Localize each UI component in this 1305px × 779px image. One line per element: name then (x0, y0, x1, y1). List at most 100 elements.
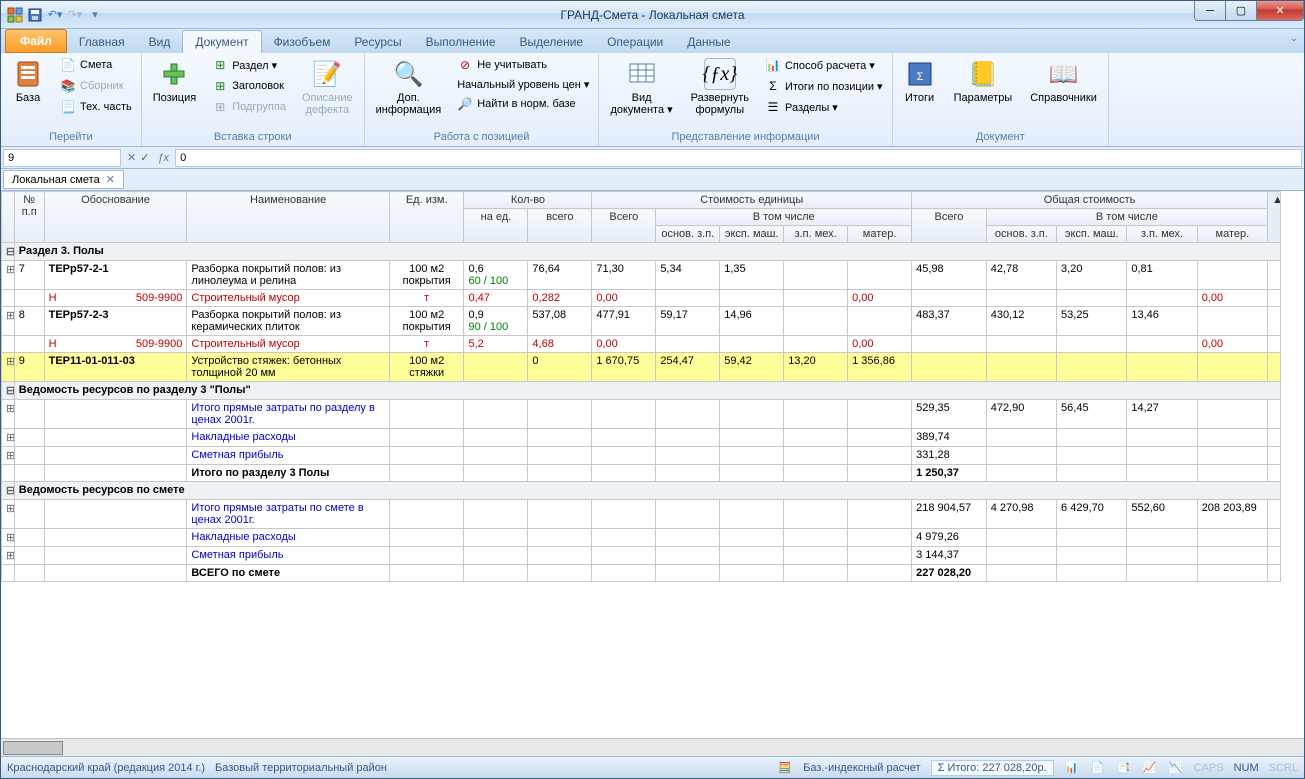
razdel-button[interactable]: ⊞Раздел ▾ (207, 55, 291, 75)
status-calc-icon: 🧮 (777, 760, 793, 776)
status-icon4[interactable]: 📈 (1142, 760, 1158, 776)
dopinfo-button[interactable]: 🔍 Доп. информация (369, 55, 449, 119)
sections-icon: ☰ (765, 99, 781, 115)
tab-dokument[interactable]: Документ (182, 30, 261, 53)
techchast-button[interactable]: 📃Тех. часть (55, 97, 137, 117)
database-icon (12, 58, 44, 90)
table-row[interactable]: ⊞Итого прямые затраты по смете в ценах 2… (2, 500, 1281, 529)
status-bar: Краснодарский край (редакция 2014 г.) Ба… (1, 756, 1304, 778)
undo-icon[interactable]: ↶▾ (47, 7, 63, 23)
minimize-button[interactable]: ─ (1194, 1, 1226, 21)
itogipoz-button[interactable]: ΣИтоги по позиции ▾ (760, 76, 888, 96)
neuchit-button[interactable]: ⊘Не учитывать (452, 55, 594, 75)
table-icon (626, 58, 658, 90)
sposob-button[interactable]: 📊Способ расчета ▾ (760, 55, 888, 75)
tab-fizobem[interactable]: Физобъем (262, 31, 343, 53)
header-icon: ⊞ (212, 78, 228, 94)
nachuroven-button[interactable]: Начальный уровень цен ▾ (452, 76, 594, 93)
table-row[interactable]: ⊞9ТЕР11-01-011-03Устройство стяжек: бето… (2, 353, 1281, 382)
cell-reference-input[interactable]: 9 (3, 149, 121, 167)
status-area: Базовый территориальный район (215, 762, 387, 774)
book-icon: 📚 (60, 78, 76, 94)
save-icon[interactable] (27, 7, 43, 23)
zagolovok-button[interactable]: ⊞Заголовок (207, 76, 291, 96)
table-row[interactable]: ⊟Ведомость ресурсов по разделу 3 "Полы" (2, 382, 1281, 400)
table-row[interactable]: Итого по разделу 3 Полы1 250,37 (2, 465, 1281, 482)
tab-vypolnenie[interactable]: Выполнение (414, 31, 508, 53)
najti-button[interactable]: 🔎Найти в норм. базе (452, 94, 594, 114)
redo-icon[interactable]: ↷▾ (67, 7, 83, 23)
page-icon: 📃 (60, 99, 76, 115)
status-icon1[interactable]: 📊 (1064, 760, 1080, 776)
tab-resursy[interactable]: Ресурсы (342, 31, 413, 53)
status-scrl: SCRL (1269, 762, 1298, 774)
qat-more-icon[interactable]: ▾ (87, 7, 103, 23)
ribbon: ⌄ База 📄Смета 📚Сборник 📃Тех. часть Перей… (1, 53, 1304, 147)
tab-operacii[interactable]: Операции (595, 31, 675, 53)
ribbon-tabs: Файл Главная Вид Документ Физобъем Ресур… (1, 29, 1304, 53)
books-icon: 📖 (1048, 58, 1080, 90)
table-row[interactable]: Н509-9900Строительный мусорт0,470,2820,0… (2, 290, 1281, 307)
table-row[interactable]: Н509-9900Строительный мусорт5,24,680,000… (2, 336, 1281, 353)
table-row[interactable]: ⊟Ведомость ресурсов по смете (2, 482, 1281, 500)
status-itogo: Σ Итого: 227 028,20р. (931, 760, 1054, 776)
parametry-button[interactable]: 📒 Параметры (947, 55, 1020, 107)
table-row[interactable]: ⊞7ТЕРр57-2-1Разборка покрытий полов: из … (2, 261, 1281, 290)
fx-icon: {ƒx} (704, 58, 736, 90)
formula-input[interactable]: 0 (175, 149, 1302, 167)
plus-icon (158, 58, 190, 90)
horizontal-scrollbar[interactable] (1, 738, 1304, 756)
status-icon3[interactable]: 📑 (1116, 760, 1132, 776)
pozitsiya-button[interactable]: Позиция (146, 55, 204, 107)
table-row[interactable]: ⊞Накладные расходы389,74 (2, 429, 1281, 447)
razvernut-button[interactable]: {ƒx} Развернуть формулы (684, 55, 756, 119)
group-icon: ⊞ (212, 99, 228, 115)
tab-dannye[interactable]: Данные (675, 31, 742, 53)
spravochniki-button[interactable]: 📖 Справочники (1023, 55, 1104, 107)
table-row[interactable]: ⊟Раздел 3. Полы (2, 243, 1281, 261)
status-calc: Баз.-индексный расчет (803, 762, 920, 774)
table-row[interactable]: ⊞8ТЕРр57-2-3Разборка покрытий полов: из … (2, 307, 1281, 336)
status-icon5[interactable]: 📉 (1168, 760, 1184, 776)
smeta-button[interactable]: 📄Смета (55, 55, 137, 75)
search-icon: 🔎 (457, 96, 473, 112)
accept-formula-icon[interactable]: ✓ (140, 151, 149, 164)
tab-vid[interactable]: Вид (137, 31, 183, 53)
tab-vydelenie[interactable]: Выделение (508, 31, 596, 53)
doc-icon: 📄 (60, 57, 76, 73)
baza-button[interactable]: База (5, 55, 51, 107)
itogi-button[interactable]: Σ Итоги (897, 55, 943, 107)
app-window: ↶▾ ↷▾ ▾ ГРАНД-Смета - Локальная смета ─ … (0, 0, 1305, 779)
table-row[interactable]: ⊞Итого прямые затраты по разделу в ценах… (2, 400, 1281, 429)
magnifier-icon: 🔍 (392, 58, 424, 90)
razdely-button[interactable]: ☰Разделы ▾ (760, 97, 888, 117)
table-row[interactable]: ⊞Накладные расходы4 979,26 (2, 529, 1281, 547)
status-caps: CAPS (1194, 762, 1224, 774)
table-row[interactable]: ВСЕГО по смете227 028,20 (2, 565, 1281, 582)
ribbon-minimize-icon[interactable]: ⌄ (1290, 33, 1298, 44)
window-title: ГРАНД-Смета - Локальная смета (1, 8, 1304, 22)
tab-glavnaya[interactable]: Главная (67, 31, 137, 53)
status-num: NUM (1234, 762, 1259, 774)
opisanie-button: 📝 Описание дефекта (295, 55, 360, 119)
file-tab[interactable]: Файл (5, 29, 67, 53)
maximize-button[interactable]: ▢ (1225, 1, 1257, 21)
params-icon: 📒 (967, 58, 999, 90)
document-tab[interactable]: Локальная смета ✕ (3, 170, 124, 189)
qat-grid-icon[interactable] (7, 7, 23, 23)
table-row[interactable]: ⊞Сметная прибыль331,28 (2, 447, 1281, 465)
sbornik-button: 📚Сборник (55, 76, 137, 96)
status-icon2[interactable]: 📄 (1090, 760, 1106, 776)
podgruppa-button: ⊞Подгруппа (207, 97, 291, 117)
sum-icon: Σ (765, 78, 781, 94)
viddok-button[interactable]: Вид документа ▾ (603, 55, 679, 119)
cancel-formula-icon[interactable]: ✕ (127, 151, 136, 164)
close-tab-icon[interactable]: ✕ (106, 173, 115, 186)
cancel-icon: ⊘ (457, 57, 473, 73)
sigma-icon: Σ (904, 58, 936, 90)
grid-area[interactable]: № п.п Обоснование Наименование Ед. изм. … (1, 191, 1304, 738)
calc-icon: 📊 (765, 57, 781, 73)
data-grid[interactable]: № п.п Обоснование Наименование Ед. изм. … (1, 191, 1281, 582)
close-button[interactable]: ✕ (1256, 1, 1304, 21)
table-row[interactable]: ⊞Сметная прибыль3 144,37 (2, 547, 1281, 565)
